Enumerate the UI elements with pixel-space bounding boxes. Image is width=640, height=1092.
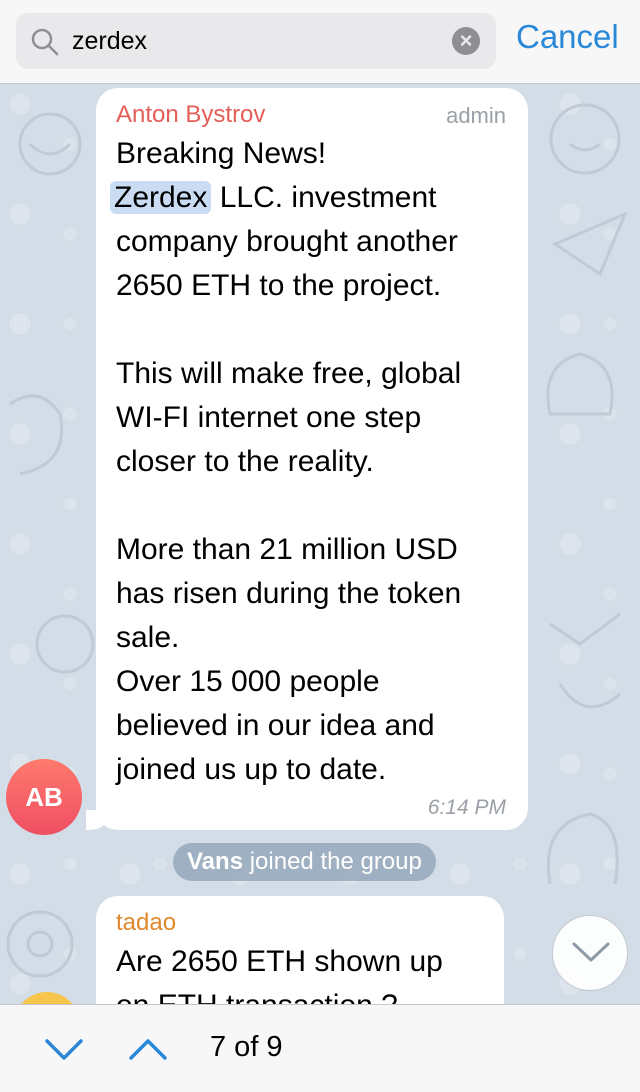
search-result-counter: 7 of 9: [210, 1031, 283, 1063]
doodle-decoration: [35, 614, 95, 674]
sender-name[interactable]: tadao: [116, 906, 486, 940]
scroll-down-button[interactable]: [552, 915, 628, 991]
message-line: Over 15 000 people: [116, 665, 380, 698]
message-line-rest: LLC. investment: [219, 181, 437, 214]
message-line: joined us up to date.: [116, 753, 387, 786]
message-line: Breaking News!: [116, 137, 327, 170]
clear-icon[interactable]: ×: [452, 27, 480, 55]
message-line: More than 21 million USD: [116, 533, 458, 566]
message-line: believed in our idea and: [116, 709, 435, 742]
doodle-decoration: [18, 112, 82, 176]
chevron-up-icon[interactable]: [128, 1031, 168, 1067]
service-message: Vans joined the group: [173, 843, 436, 881]
message-line: sale.: [116, 621, 180, 654]
message-line: This will make free, global: [116, 357, 462, 390]
search-navigation-bar: 7 of 9: [0, 1004, 640, 1092]
doodle-decoration: [6, 910, 74, 978]
message-timestamp: 6:14 PM: [427, 796, 506, 819]
message-line: company brought another: [116, 225, 458, 258]
doodle-decoration: [9, 394, 64, 476]
doodle-decoration: [549, 612, 621, 709]
message-line: Zerdex LLC. investment: [110, 176, 510, 220]
avatar[interactable]: AB: [6, 759, 82, 835]
message-line: 2650 ETH to the project.: [116, 269, 442, 302]
search-icon: [31, 28, 59, 56]
doodle-decoration: [549, 103, 621, 175]
message-bubble[interactable]: Anton Bystrov admin Breaking News! Zerde…: [86, 88, 528, 830]
doodle-decoration: [546, 812, 619, 885]
doodle-decoration: [551, 211, 628, 277]
message-line: closer to the reality.: [116, 445, 374, 478]
message-line: has risen during the token: [116, 577, 462, 610]
search-box[interactable]: ×: [16, 13, 496, 69]
joined-user-name[interactable]: Vans: [187, 848, 243, 875]
admin-badge: admin: [446, 103, 506, 128]
search-highlight: Zerdex: [110, 181, 212, 214]
message-line: WI-FI internet one step: [116, 401, 422, 434]
scroll-down-icon: [572, 942, 610, 962]
service-message-text: joined the group: [243, 848, 422, 875]
search-input[interactable]: [72, 23, 442, 59]
chevron-down-icon[interactable]: [44, 1031, 84, 1067]
message-line: Are 2650 ETH shown up: [116, 945, 443, 978]
search-header: × Cancel: [0, 0, 640, 84]
doodle-decoration: [546, 352, 614, 416]
message-text: Breaking News! Zerdex LLC. investment co…: [110, 132, 510, 792]
cancel-button[interactable]: Cancel: [516, 18, 619, 56]
